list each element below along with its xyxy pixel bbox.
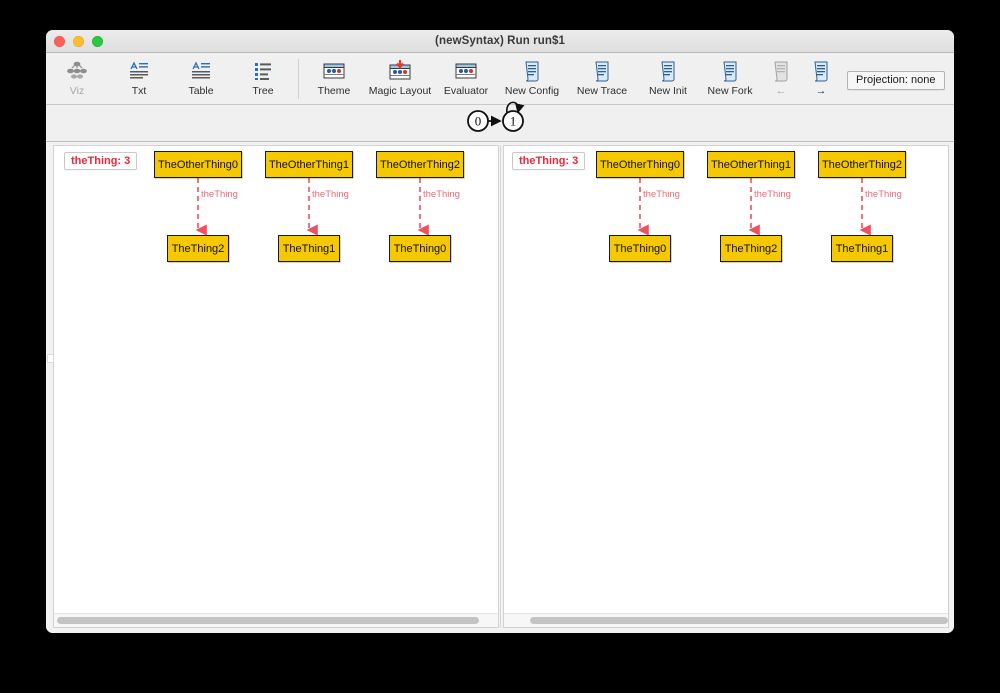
window-title: (newSyntax) Run run$1 — [46, 35, 954, 47]
window-controls — [54, 30, 103, 52]
graph-node[interactable]: TheThing1 — [831, 235, 893, 262]
edge-label: theThing — [201, 189, 238, 200]
toolbar-label-new-fork: New Fork — [708, 85, 753, 97]
toolbar-button-table[interactable]: Table — [170, 57, 232, 97]
theme-icon — [321, 59, 347, 83]
edge-label: theThing — [312, 189, 349, 200]
toolbar-button-txt[interactable]: Txt — [108, 57, 170, 97]
toolbar-label-txt: Txt — [132, 85, 147, 97]
state-1-edges — [504, 146, 948, 613]
toolbar-button-prev-state[interactable]: ← — [761, 57, 801, 97]
toolbar-button-tree[interactable]: Tree — [232, 57, 294, 97]
state-transition-graph[interactable]: 0 1 — [461, 97, 539, 148]
graph-node[interactable]: TheThing2 — [167, 235, 229, 262]
toolbar-label-table: Table — [188, 85, 213, 97]
toolbar-button-next-state[interactable]: → — [801, 57, 841, 97]
toolbar-label-new-config: New Config — [505, 85, 559, 97]
state-node-label-0: 0 — [475, 114, 482, 129]
new-init-icon — [658, 59, 678, 83]
toolbar-button-new-init[interactable]: New Init — [637, 57, 699, 97]
new-fork-icon — [720, 59, 740, 83]
minimize-button[interactable] — [73, 36, 84, 47]
state-1-graph-canvas[interactable]: theThing: 3 TheOtherThing0 TheOtherThing… — [504, 146, 948, 613]
projection-dropdown[interactable]: Projection: none — [847, 71, 945, 90]
pane-divider[interactable] — [499, 145, 503, 628]
toolbar-label-next-state: → — [816, 85, 827, 97]
next-state-icon — [811, 59, 831, 83]
close-button[interactable] — [54, 36, 65, 47]
edge-label: theThing — [643, 189, 680, 200]
toolbar-button-viz[interactable]: Viz — [46, 57, 108, 97]
state-navigator: 0 1 — [46, 105, 954, 142]
signature-badge[interactable]: theThing: 3 — [512, 152, 585, 170]
toolbar-label-prev-state: ← — [776, 85, 787, 97]
toolbar-label-magic-layout: Magic Layout — [369, 85, 431, 97]
graph-node[interactable]: TheOtherThing0 — [154, 151, 242, 178]
state-0-edges — [54, 146, 498, 613]
toolbar-button-theme[interactable]: Theme — [303, 57, 365, 97]
splitter-grip[interactable] — [47, 354, 54, 363]
new-trace-icon — [592, 59, 612, 83]
signature-badge[interactable]: theThing: 3 — [64, 152, 137, 170]
toolbar-separator — [298, 59, 299, 99]
graph-node[interactable]: TheOtherThing2 — [818, 151, 906, 178]
graph-node[interactable]: TheThing1 — [278, 235, 340, 262]
state-0-graph-canvas[interactable]: theThing: 3 TheOtherThing0 TheOtherThing… — [54, 146, 498, 613]
app-window: (newSyntax) Run run$1 Viz — [46, 30, 954, 633]
graph-split-view: theThing: 3 TheOtherThing0 TheOtherThing… — [46, 142, 954, 633]
graph-node[interactable]: TheOtherThing1 — [265, 151, 353, 178]
state-1-horizontal-scrollbar[interactable] — [504, 613, 948, 627]
tree-icon — [252, 59, 274, 83]
edge-label: theThing — [865, 189, 902, 200]
toolbar-button-new-config[interactable]: New Config — [497, 57, 567, 97]
graph-node[interactable]: TheOtherThing2 — [376, 151, 464, 178]
evaluator-icon — [453, 59, 479, 83]
table-icon — [190, 59, 212, 83]
scrollbar-thumb[interactable] — [530, 617, 948, 624]
toolbar-button-evaluator[interactable]: Evaluator — [435, 57, 497, 97]
left-pane-splitter[interactable] — [46, 142, 53, 633]
txt-icon — [128, 59, 150, 83]
state-0-horizontal-scrollbar[interactable] — [54, 613, 498, 627]
graph-node[interactable]: TheOtherThing1 — [707, 151, 795, 178]
scrollbar-thumb[interactable] — [57, 617, 479, 624]
magic-layout-icon — [387, 59, 413, 83]
toolbar-label-tree: Tree — [252, 85, 273, 97]
edge-label: theThing — [423, 189, 460, 200]
toolbar-label-evaluator: Evaluator — [444, 85, 488, 97]
graph-node[interactable]: TheThing0 — [609, 235, 671, 262]
toolbar-label-viz: Viz — [70, 85, 84, 97]
graph-node[interactable]: TheOtherThing0 — [596, 151, 684, 178]
prev-state-icon — [771, 59, 791, 83]
toolbar-button-new-fork[interactable]: New Fork — [699, 57, 761, 97]
edge-label: theThing — [754, 189, 791, 200]
graph-node[interactable]: TheThing0 — [389, 235, 451, 262]
state-node-label-1: 1 — [510, 114, 517, 129]
toolbar-button-magic-layout[interactable]: Magic Layout — [365, 57, 435, 97]
toolbar-label-new-init: New Init — [649, 85, 687, 97]
state-0-pane: theThing: 3 TheOtherThing0 TheOtherThing… — [53, 145, 499, 628]
title-bar: (newSyntax) Run run$1 — [46, 30, 954, 53]
toolbar-label-new-trace: New Trace — [577, 85, 627, 97]
graph-node[interactable]: TheThing2 — [720, 235, 782, 262]
maximize-button[interactable] — [92, 36, 103, 47]
toolbar-button-new-trace[interactable]: New Trace — [567, 57, 637, 97]
new-config-icon — [522, 59, 542, 83]
toolbar-label-theme: Theme — [318, 85, 351, 97]
viz-icon — [66, 59, 88, 83]
state-1-pane: theThing: 3 TheOtherThing0 TheOtherThing… — [503, 145, 949, 628]
